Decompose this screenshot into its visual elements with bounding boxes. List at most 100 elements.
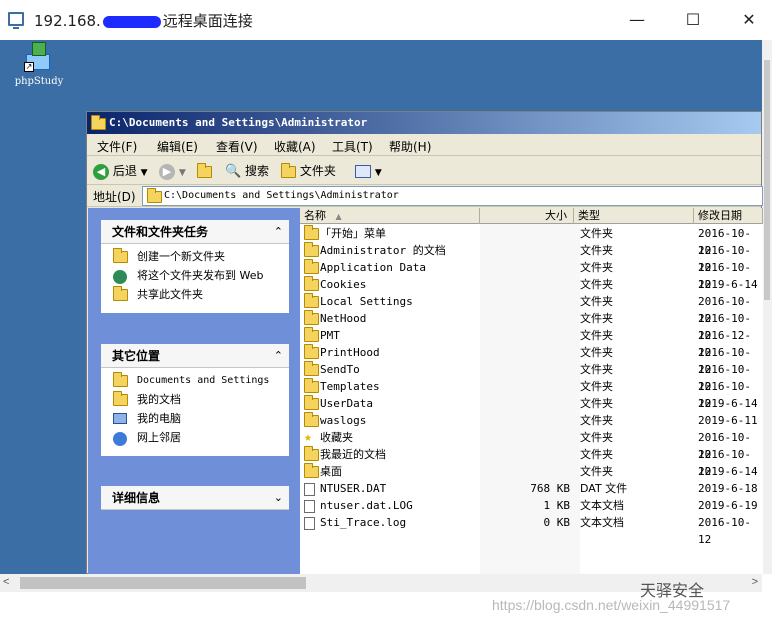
- table-row[interactable]: ntuser.dat.LOG 1 KB 文本文档 2019-6-19: [300, 497, 763, 514]
- file-name: Cookies: [302, 276, 366, 293]
- rdp-window-title: 192.168. 远程桌面连接: [34, 10, 253, 31]
- forward-arrow-icon: ▶: [159, 163, 175, 180]
- folder-icon: [304, 378, 319, 393]
- back-button[interactable]: ◀ 后退 ▼: [93, 162, 148, 180]
- table-row[interactable]: Application Data 文件夹 2016-10-12: [300, 259, 763, 291]
- share-folder-icon: [113, 286, 128, 301]
- table-row[interactable]: PrintHood 文件夹 2016-10-12: [300, 344, 763, 376]
- file-date: 2019-6-14: [698, 465, 758, 478]
- place-my-documents[interactable]: 我的文档: [113, 391, 281, 406]
- expand-chevron-icon[interactable]: ⌄: [274, 486, 283, 510]
- file-name: ntuser.dat.LOG: [302, 497, 413, 514]
- file-type: 文件夹: [580, 414, 613, 427]
- menu-favorites[interactable]: 收藏(A): [274, 138, 316, 155]
- column-header-name[interactable]: 名称 ▲: [300, 208, 480, 224]
- address-input[interactable]: C:\Documents and Settings\Administrator: [142, 186, 763, 206]
- column-label: 修改日期: [698, 209, 742, 222]
- folder-icon: [304, 446, 319, 461]
- sort-ascending-icon: ▲: [335, 212, 342, 221]
- file-type: 文件夹: [580, 244, 613, 257]
- task-publish-web[interactable]: 将这个文件夹发布到 Web: [113, 269, 281, 284]
- file-type: 文件夹: [580, 278, 613, 291]
- place-label: Documents and Settings: [137, 375, 270, 386]
- file-name-text: Administrator 的文档: [320, 244, 446, 257]
- table-row[interactable]: NTUSER.DAT 768 KB DAT 文件 2019-6-18: [300, 480, 763, 497]
- menu-edit[interactable]: 编辑(E): [157, 138, 198, 155]
- table-row[interactable]: Templates 文件夹 2016-10-12: [300, 378, 763, 410]
- menu-file[interactable]: 文件(F): [97, 138, 137, 155]
- other-places-header[interactable]: 其它位置 ⌃: [101, 344, 289, 368]
- new-folder-icon: [113, 248, 128, 263]
- file-size: 1 KB: [543, 499, 571, 512]
- file-icon: [304, 483, 315, 496]
- collapse-chevron-icon[interactable]: ⌃: [274, 344, 283, 368]
- place-label: 我的文档: [137, 393, 181, 406]
- table-row[interactable]: 我最近的文档 文件夹 2016-10-12: [300, 446, 763, 478]
- file-date: 2019-6-19: [698, 499, 758, 512]
- table-row[interactable]: PMT 文件夹 2016-12-12: [300, 327, 763, 359]
- file-tasks-panel: 文件和文件夹任务 ⌃ 创建一个新文件夹 将这个文件夹发布到 Web 共享此文件夹: [101, 220, 289, 313]
- table-row[interactable]: waslogs 文件夹 2019-6-11: [300, 412, 763, 429]
- other-places-body: Documents and Settings 我的文档 我的电脑 网上邻居: [101, 368, 289, 456]
- details-header[interactable]: 详细信息 ⌄: [101, 486, 289, 510]
- address-bar: 地址(D) C:\Documents and Settings\Administ…: [87, 185, 763, 207]
- scrollbar-thumb[interactable]: [20, 577, 306, 589]
- folders-button[interactable]: 文件夹: [281, 162, 336, 180]
- table-row[interactable]: Cookies 文件夹 2019-6-14: [300, 276, 763, 293]
- place-network[interactable]: 网上邻居: [113, 431, 281, 446]
- folders-icon: [281, 162, 296, 178]
- close-button[interactable]: ✕: [726, 6, 772, 34]
- scrollbar-thumb[interactable]: [764, 60, 770, 300]
- maximize-button[interactable]: ☐: [670, 6, 716, 34]
- file-name: 「开始」菜单: [302, 225, 386, 242]
- table-row[interactable]: Administrator 的文档 文件夹 2016-10-12: [300, 242, 763, 274]
- menu-help[interactable]: 帮助(H): [389, 138, 431, 155]
- task-share-folder[interactable]: 共享此文件夹: [113, 286, 281, 301]
- scroll-left-icon[interactable]: <: [3, 576, 9, 588]
- column-header-date[interactable]: 修改日期: [694, 208, 763, 224]
- views-button[interactable]: ▼: [355, 162, 382, 180]
- table-row[interactable]: Sti_Trace.log 0 KB 文本文档 2016-10-12: [300, 514, 763, 546]
- file-tasks-body: 创建一个新文件夹 将这个文件夹发布到 Web 共享此文件夹: [101, 244, 289, 313]
- file-name: 桌面: [302, 463, 342, 480]
- task-new-folder[interactable]: 创建一个新文件夹: [113, 248, 281, 263]
- forward-dropdown-icon[interactable]: ▼: [179, 168, 186, 178]
- table-row[interactable]: SendTo 文件夹 2016-10-12: [300, 361, 763, 393]
- views-dropdown-icon[interactable]: ▼: [375, 168, 382, 178]
- table-row[interactable]: NetHood 文件夹 2016-10-12: [300, 310, 763, 342]
- file-name: Templates: [302, 378, 380, 395]
- file-tasks-header[interactable]: 文件和文件夹任务 ⌃: [101, 220, 289, 244]
- file-name: SendTo: [302, 361, 360, 378]
- back-dropdown-icon[interactable]: ▼: [141, 168, 148, 178]
- file-name: Sti_Trace.log: [302, 514, 406, 531]
- file-type: 文本文档: [580, 499, 624, 512]
- file-type: 文件夹: [580, 295, 613, 308]
- table-row[interactable]: 「开始」菜单 文件夹 2016-10-12: [300, 225, 763, 257]
- table-row[interactable]: UserData 文件夹 2019-6-14: [300, 395, 763, 412]
- minimize-button[interactable]: —: [614, 6, 660, 34]
- table-row[interactable]: ★ 收藏夹 文件夹 2016-10-12: [300, 429, 763, 461]
- table-row[interactable]: Local Settings 文件夹 2016-10-12: [300, 293, 763, 325]
- forward-button[interactable]: ▶ ▼: [159, 162, 186, 180]
- table-row[interactable]: 桌面 文件夹 2019-6-14: [300, 463, 763, 480]
- network-icon: [113, 432, 127, 446]
- scroll-right-icon[interactable]: >: [752, 576, 758, 588]
- file-type: 文件夹: [580, 431, 613, 444]
- folder-icon: [304, 412, 319, 427]
- up-folder-button[interactable]: [197, 162, 212, 180]
- file-name: waslogs: [302, 412, 366, 429]
- place-documents-settings[interactable]: Documents and Settings: [113, 372, 281, 387]
- desktop-icon-phpstudy[interactable]: ↗ phpStudy: [12, 42, 66, 87]
- menu-tools[interactable]: 工具(T): [332, 138, 373, 155]
- search-button[interactable]: 🔍 搜索: [225, 162, 269, 180]
- vertical-scrollbar[interactable]: [762, 40, 772, 574]
- file-date: 2019-6-14: [698, 397, 758, 410]
- place-my-computer[interactable]: 我的电脑: [113, 412, 281, 425]
- collapse-chevron-icon[interactable]: ⌃: [274, 220, 283, 244]
- menu-view[interactable]: 查看(V): [216, 138, 258, 155]
- file-name: 我最近的文档: [302, 446, 386, 463]
- file-list: 名称 ▲ 大小 类型 修改日期 「开始」菜单 文件夹 2016-10-12 Admin…: [300, 208, 763, 574]
- file-name: NetHood: [302, 310, 366, 327]
- column-header-type[interactable]: 类型: [574, 208, 694, 224]
- column-header-size[interactable]: 大小: [480, 208, 574, 224]
